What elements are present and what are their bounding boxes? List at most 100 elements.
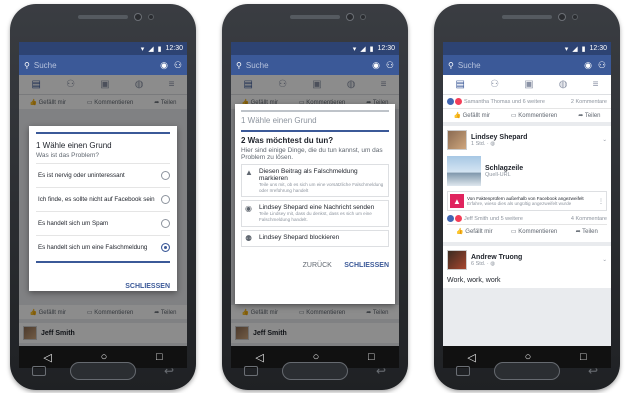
- comment-label: Kommentieren: [518, 113, 558, 119]
- like-label: Gefällt mir: [465, 229, 493, 235]
- radio-button[interactable]: [161, 171, 170, 180]
- reaction-names[interactable]: Samantha Thomas und 6 weitere: [464, 99, 545, 105]
- radio-button-selected[interactable]: [161, 243, 170, 252]
- tab-menu[interactable]: ≡: [593, 79, 599, 90]
- back-icon[interactable]: ◁: [467, 351, 475, 364]
- like-button[interactable]: 👍 Gefällt mir: [453, 112, 489, 119]
- screen: ▾ ◢ ▮ 12:30 ⚲ Suche ◉ ⚇ ▤ ⚇ ▣ ◍ ≡ 👍 Gefä…: [231, 42, 399, 368]
- battery-icon: ▮: [581, 45, 586, 53]
- tab-news-feed[interactable]: ▤: [456, 79, 465, 90]
- search-input[interactable]: Suche: [246, 61, 366, 70]
- warning-subtitle: Erfahre, wieso dies als ungültig angezwe…: [467, 201, 572, 206]
- option-description: Teile Lindsey mit, dass du denkst, dass …: [259, 211, 372, 223]
- friend-requests-icon[interactable]: ⚇: [598, 60, 606, 71]
- post-author[interactable]: Lindsey Shepard: [471, 134, 598, 141]
- tab-friends[interactable]: ⚇: [490, 79, 499, 90]
- reason-option[interactable]: Es handelt sich um eine Falschmeldung: [36, 235, 170, 259]
- reaction-names[interactable]: Jeff Smith und 5 weitere: [464, 216, 523, 222]
- messenger-icon[interactable]: ◉: [584, 60, 592, 71]
- recents-icon[interactable]: □: [580, 351, 587, 363]
- radio-button[interactable]: [161, 195, 170, 204]
- recents-icon[interactable]: □: [368, 351, 375, 363]
- messenger-icon: ◉: [245, 204, 252, 214]
- wifi-icon: ▾: [564, 45, 569, 53]
- report-dialog: 1 Wähle einen Grund Was ist das Problem?…: [29, 126, 177, 291]
- post-author[interactable]: Andrew Truong: [471, 254, 598, 261]
- action-option[interactable]: ◉ Lindsey Shepard eine Nachricht senden …: [241, 200, 389, 227]
- speaker: [78, 15, 128, 19]
- close-button[interactable]: SCHLIESSEN: [125, 283, 170, 290]
- comment-count[interactable]: 4 Kommentare: [571, 216, 607, 222]
- share-label: Teilen: [582, 229, 598, 235]
- action-option[interactable]: ⚉ Lindsey Shepard blockieren: [241, 229, 389, 247]
- phone-right: ▾ ◢ ▮ 12:30 ⚲ Suche ◉ ⚇ ▤ ⚇ ▣ ◍ ≡ Samant…: [434, 4, 620, 390]
- search-input[interactable]: Suche: [458, 61, 578, 70]
- search-bar[interactable]: ⚲ Suche ◉ ⚇: [443, 55, 611, 75]
- reason-option[interactable]: Ich finde, es sollte nicht auf Facebook …: [36, 187, 170, 211]
- post-text: Work, work, work: [447, 277, 501, 284]
- search-icon: ⚲: [236, 60, 242, 70]
- messenger-icon[interactable]: ◉: [372, 60, 380, 71]
- friend-requests-icon[interactable]: ⚇: [386, 60, 394, 71]
- share-button[interactable]: ➦ Teilen: [578, 112, 600, 119]
- search-bar[interactable]: ⚲ Suche ◉ ⚇: [231, 55, 399, 75]
- reaction-summary: Samantha Thomas und 6 weitere 2 Kommenta…: [443, 95, 611, 108]
- reaction-summary: Jeff Smith und 5 weitere 4 Kommentare: [447, 211, 607, 224]
- friend-requests-icon[interactable]: ⚇: [174, 60, 182, 71]
- comment-count[interactable]: 2 Kommentare: [571, 99, 607, 105]
- more-icon[interactable]: ⋮: [598, 198, 604, 205]
- phone-middle: ▾ ◢ ▮ 12:30 ⚲ Suche ◉ ⚇ ▤ ⚇ ▣ ◍ ≡ 👍 Gefä…: [222, 4, 408, 390]
- search-bar[interactable]: ⚲ Suche ◉ ⚇: [19, 55, 187, 75]
- share-button[interactable]: ➦ Teilen: [576, 228, 598, 235]
- speaker: [502, 15, 552, 19]
- progress-line-active: [241, 130, 389, 132]
- signal-icon: ◢: [360, 45, 366, 53]
- link-title: Schlagzeile: [485, 164, 524, 172]
- status-bar: ▾ ◢ ▮ 12:30: [443, 42, 611, 55]
- messenger-icon[interactable]: ◉: [160, 60, 168, 71]
- chevron-down-icon[interactable]: ⌄: [602, 257, 607, 263]
- comment-button[interactable]: ▭ Kommentieren: [511, 112, 557, 119]
- wifi-icon: ▾: [352, 45, 357, 53]
- step-question: Was ist das Problem?: [36, 152, 99, 159]
- step-title: 1 Wähle einen Grund: [36, 141, 112, 150]
- screen: ▾ ◢ ▮ 12:30 ⚲ Suche ◉ ⚇ ▤ ⚇ ▣ ◍ ≡ 👍 Gefä…: [19, 42, 187, 368]
- divider: [36, 261, 170, 263]
- radio-button[interactable]: [161, 219, 170, 228]
- back-icon[interactable]: ◁: [43, 351, 51, 364]
- report-dialog: 1 Wähle einen Grund 2 Was möchtest du tu…: [235, 104, 395, 304]
- love-reaction-icon: [455, 215, 462, 222]
- back-button[interactable]: ZURÜCK: [303, 262, 332, 269]
- back-icon[interactable]: ◁: [255, 351, 263, 364]
- post-time: 1 Std. · ◍: [471, 140, 496, 147]
- like-button[interactable]: 👍 Gefällt mir: [456, 228, 492, 235]
- chevron-down-icon[interactable]: ⌄: [602, 137, 607, 143]
- comment-label: Kommentieren: [518, 229, 558, 235]
- action-option[interactable]: ▲ Diesen Beitrag als Falschmeldung marki…: [241, 164, 389, 198]
- link-preview[interactable]: Schlagzeile Quell-URL: [447, 156, 607, 186]
- progress-line: [241, 110, 389, 112]
- avatar[interactable]: [447, 130, 467, 150]
- speaker: [290, 15, 340, 19]
- like-reaction-icon: [447, 98, 454, 105]
- tab-globe[interactable]: ◍: [559, 79, 568, 90]
- comment-button[interactable]: ▭ Kommentieren: [511, 228, 557, 235]
- disputed-warning[interactable]: ▲ Von Faktenprüfern außerhalb von Facebo…: [447, 191, 607, 211]
- recents-key-icon: [244, 366, 258, 376]
- status-time: 12:30: [377, 45, 395, 52]
- search-icon: ⚲: [448, 60, 454, 70]
- home-key: [494, 362, 560, 380]
- tab-marketplace[interactable]: ▣: [524, 79, 533, 90]
- warning-icon: ▲: [245, 168, 253, 177]
- close-button[interactable]: SCHLIESSEN: [344, 262, 389, 269]
- reason-option[interactable]: Es handelt sich um Spam: [36, 211, 170, 235]
- back-key-icon: ↩: [375, 364, 386, 378]
- battery-icon: ▮: [369, 45, 374, 53]
- post-actions: 👍 Gefällt mir ▭ Kommentieren ➦ Teilen: [447, 224, 607, 238]
- recents-icon[interactable]: □: [156, 351, 163, 363]
- reason-option[interactable]: Es ist nervig oder uninteressant: [36, 163, 170, 187]
- link-thumbnail: [447, 156, 481, 186]
- link-source: Quell-URL: [485, 171, 511, 178]
- search-input[interactable]: Suche: [34, 61, 154, 70]
- avatar[interactable]: [447, 250, 467, 270]
